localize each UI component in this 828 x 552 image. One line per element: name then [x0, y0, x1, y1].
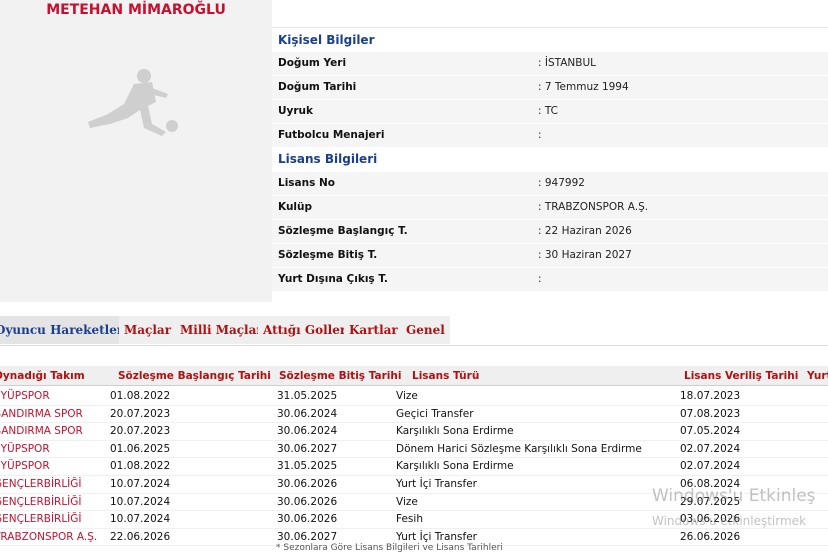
cell-type: Yurt İçi Transfer [396, 530, 477, 543]
tab-goals[interactable]: Attığı Goller [258, 316, 352, 344]
cell-team[interactable]: TRABZONSPOR A.Ş. [0, 531, 97, 543]
column-header-contract-end[interactable]: Sözleşme Bitiş Tarihi [279, 370, 401, 382]
cell-type: Karşılıklı Sona Erdirme [396, 460, 514, 473]
info-label: Futbolcu Menajeri [278, 129, 385, 141]
info-label: Sözleşme Başlangıç T. [278, 225, 408, 237]
cell-team[interactable]: BANDIRMA SPOR [0, 425, 83, 437]
info-row-birthdate: Doğum Tarihi : 7 Temmuz 1994 [272, 76, 828, 100]
detail-tabs: Oyuncu Hareketleri Maçlar Milli Maçlar A… [0, 316, 828, 346]
cell-end: 30.06.2026 [277, 478, 338, 490]
cell-team[interactable]: GENÇLERBİRLİĞİ [0, 478, 82, 490]
cell-start: 20.07.2023 [110, 425, 171, 438]
column-header-abroad[interactable]: Yurt [807, 370, 828, 382]
personal-info-title: Kişisel Bilgiler [278, 33, 375, 47]
cell-team[interactable]: GENÇLERBİRLİĞİ [0, 496, 82, 508]
cell-team[interactable]: EYÜPSPOR [0, 460, 50, 472]
tab-cards[interactable]: Kartlar [344, 316, 403, 344]
cell-team[interactable]: EYÜPSPOR [0, 443, 50, 455]
cell-date: 18.07.2023 [680, 390, 741, 402]
info-row-license-no: Lisans No : 947992 [272, 172, 828, 196]
tab-national-matches[interactable]: Milli Maçlar [175, 316, 268, 344]
activation-watermark-subtitle: Windows'u etkinleştirmek [652, 514, 807, 528]
info-value: : TRABZONSPOR A.Ş. [538, 201, 649, 213]
cell-date: 02.07.2024 [680, 442, 741, 455]
cell-start: 10.07.2024 [110, 495, 171, 508]
info-row-nationality: Uyruk : TC [272, 100, 828, 124]
activation-watermark-title: Windows'u Etkinleş [652, 486, 816, 506]
info-label: Uyruk [278, 105, 314, 117]
cell-team[interactable]: BANDIRMA SPOR [0, 408, 83, 420]
player-name: METEHAN MİMAROĞLU [46, 2, 226, 18]
cell-end: 30.06.2026 [277, 495, 338, 508]
info-value: : [538, 129, 542, 141]
cell-end: 30.06.2024 [277, 425, 338, 438]
info-label: Doğum Tarihi [278, 81, 357, 93]
info-value: : 30 Haziran 2027 [538, 249, 632, 261]
info-row-club: Kulüp : TRABZONSPOR A.Ş. [272, 196, 828, 220]
table-row: EYÜPSPOR 01.06.2025 30.06.2027 Dönem Har… [0, 441, 828, 459]
tab-general[interactable]: Genel [401, 316, 450, 344]
column-header-contract-start[interactable]: Sözleşme Başlangıç Tarihi [118, 370, 271, 382]
tab-matches[interactable]: Maçlar [119, 316, 177, 344]
table-row: BANDIRMA SPOR 20.07.2023 30.06.2024 Geçi… [0, 406, 828, 424]
cell-type: Geçici Transfer [396, 407, 474, 420]
cell-type: Fesih [396, 513, 423, 526]
cell-team[interactable]: EYÜPSPOR [0, 390, 50, 402]
info-value: : TC [538, 105, 559, 117]
info-row-contract-start: Sözleşme Başlangıç T. : 22 Haziran 2026 [272, 220, 828, 244]
info-value: : 7 Temmuz 1994 [538, 81, 629, 93]
footballer-silhouette-icon [88, 69, 178, 136]
footer-note: * Sezonlara Göre Lisans Bilgileri ve Lis… [276, 543, 503, 552]
cell-start: 01.08.2022 [110, 390, 171, 402]
info-value: : İSTANBUL [538, 57, 597, 69]
table-row: BANDIRMA SPOR 20.07.2023 30.06.2024 Karş… [0, 423, 828, 441]
info-label: Sözleşme Bitiş T. [278, 249, 378, 261]
info-row-abroad-date: Yurt Dışına Çıkış T. : [272, 268, 828, 292]
cell-team[interactable]: GENÇLERBİRLİĞİ [0, 513, 82, 525]
column-header-license-type[interactable]: Lisans Türü [412, 370, 479, 382]
movements-table-header: Oynadığı Takım Sözleşme Başlangıç Tarihi… [0, 366, 828, 386]
cell-end: 30.06.2026 [277, 513, 338, 526]
license-info-title: Lisans Bilgileri [278, 152, 378, 166]
table-row: EYÜPSPOR 01.08.2022 31.05.2025 Vize 18.0… [0, 388, 828, 406]
info-value: : [538, 273, 542, 285]
tab-player-movements[interactable]: Oyuncu Hareketleri [0, 316, 133, 344]
cell-date: 02.07.2024 [680, 460, 741, 473]
column-header-license-date[interactable]: Lisans Veriliş Tarihi [684, 370, 798, 382]
cell-date: 26.06.2026 [680, 530, 741, 543]
info-value: : 22 Haziran 2026 [538, 225, 632, 237]
info-row-contract-end: Sözleşme Bitiş T. : 30 Haziran 2027 [272, 244, 828, 268]
info-label: Yurt Dışına Çıkış T. [278, 273, 388, 285]
cell-start: 10.07.2024 [110, 478, 171, 490]
cell-end: 30.06.2027 [277, 442, 338, 455]
cell-type: Vize [396, 390, 418, 402]
info-row-birthplace: Doğum Yeri : İSTANBUL [272, 52, 828, 76]
cell-start: 20.07.2023 [110, 407, 171, 420]
cell-end: 30.06.2027 [277, 530, 338, 543]
cell-end: 31.05.2025 [277, 460, 338, 473]
cell-start: 01.06.2025 [110, 442, 171, 455]
cell-start: 22.06.2026 [110, 530, 171, 543]
player-info-panel: Kişisel Bilgiler Doğum Yeri : İSTANBUL D… [272, 0, 828, 302]
cell-start: 01.08.2022 [110, 460, 171, 473]
cell-end: 31.05.2025 [277, 390, 338, 402]
cell-type: Vize [396, 495, 418, 508]
cell-type: Dönem Harici Sözleşme Karşılıklı Sona Er… [396, 442, 642, 455]
cell-date: 07.08.2023 [680, 407, 741, 420]
info-value: : 947992 [538, 177, 585, 189]
cell-end: 30.06.2024 [277, 407, 338, 420]
info-label: Kulüp [278, 201, 313, 213]
info-label: Doğum Yeri [278, 57, 347, 69]
column-header-team[interactable]: Oynadığı Takım [0, 370, 85, 382]
cell-date: 07.05.2024 [680, 425, 741, 438]
cell-type: Yurt İçi Transfer [396, 478, 477, 490]
player-photo-panel: METEHAN MİMAROĞLU [0, 0, 272, 302]
cell-start: 10.07.2024 [110, 513, 171, 526]
info-row-agent: Futbolcu Menajeri : [272, 124, 828, 148]
top-strip [272, 0, 828, 28]
info-label: Lisans No [278, 177, 336, 189]
table-row: EYÜPSPOR 01.08.2022 31.05.2025 Karşılıkl… [0, 458, 828, 476]
cell-type: Karşılıklı Sona Erdirme [396, 425, 514, 438]
